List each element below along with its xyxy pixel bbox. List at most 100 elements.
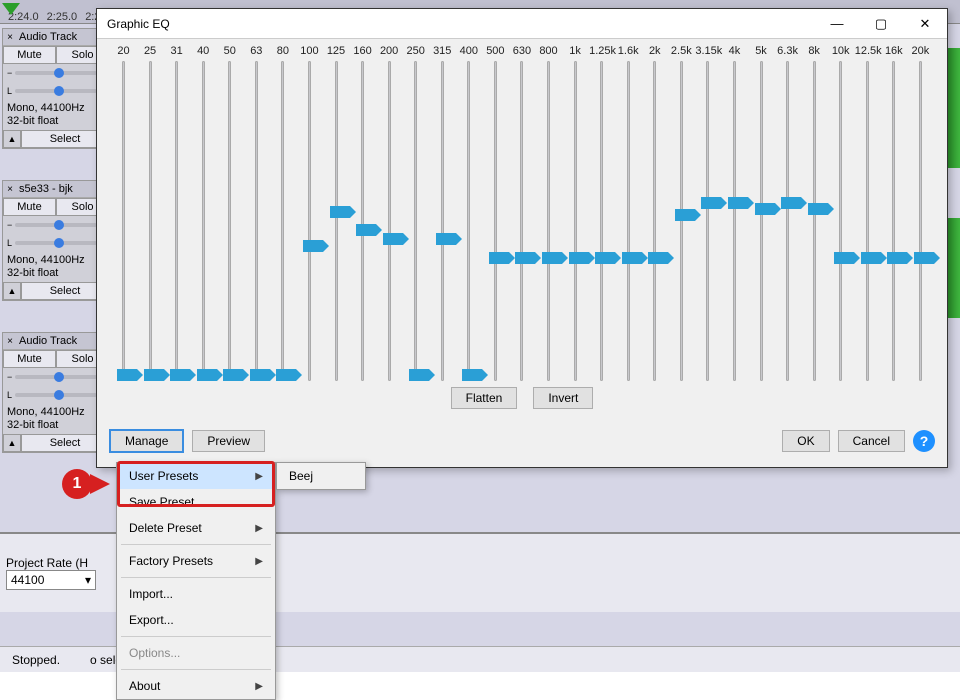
close-track-button[interactable]: ×	[3, 32, 17, 43]
gain-slider[interactable]	[15, 71, 97, 75]
slider-handle-icon[interactable]	[648, 252, 668, 264]
eq-band-slider[interactable]	[563, 61, 588, 381]
menu-delete-preset[interactable]: Delete Preset▶	[117, 515, 275, 541]
eq-band-slider[interactable]	[403, 61, 428, 381]
menu-about[interactable]: About▶	[117, 673, 275, 699]
eq-band-slider[interactable]	[297, 61, 322, 381]
track-collapse-arrow[interactable]: ▲	[3, 282, 21, 300]
eq-band-slider[interactable]	[350, 61, 375, 381]
slider-handle-icon[interactable]	[755, 203, 775, 215]
slider-handle-icon[interactable]	[861, 252, 881, 264]
slider-handle-icon[interactable]	[436, 233, 456, 245]
maximize-button[interactable]: ▢	[859, 9, 903, 39]
pan-slider[interactable]	[15, 393, 97, 397]
flatten-button[interactable]: Flatten	[451, 387, 518, 409]
menu-factory-presets[interactable]: Factory Presets▶	[117, 548, 275, 574]
annotation-pointer-icon	[90, 474, 110, 494]
eq-band-slider[interactable]	[191, 61, 216, 381]
eq-band-slider[interactable]	[217, 61, 242, 381]
close-button[interactable]: ✕	[903, 9, 947, 39]
slider-handle-icon[interactable]	[595, 252, 615, 264]
pan-slider[interactable]	[15, 241, 97, 245]
slider-handle-icon[interactable]	[542, 252, 562, 264]
slider-handle-icon[interactable]	[117, 369, 137, 381]
eq-band-slider[interactable]	[589, 61, 614, 381]
track-collapse-arrow[interactable]: ▲	[3, 130, 21, 148]
eq-band-slider[interactable]	[483, 61, 508, 381]
gain-slider[interactable]	[15, 375, 97, 379]
slider-handle-icon[interactable]	[728, 197, 748, 209]
mute-button[interactable]: Mute	[3, 198, 56, 216]
slider-handle-icon[interactable]	[569, 252, 589, 264]
dialog-titlebar[interactable]: Graphic EQ — ▢ ✕	[97, 9, 947, 39]
cancel-button[interactable]: Cancel	[838, 430, 905, 452]
eq-band-slider[interactable]	[828, 61, 853, 381]
eq-band-slider[interactable]	[881, 61, 906, 381]
eq-band-slider[interactable]	[164, 61, 189, 381]
slider-handle-icon[interactable]	[383, 233, 403, 245]
close-track-button[interactable]: ×	[3, 184, 17, 195]
slider-handle-icon[interactable]	[223, 369, 243, 381]
project-rate-select[interactable]: 44100▾	[6, 570, 96, 590]
slider-handle-icon[interactable]	[303, 240, 323, 252]
slider-handle-icon[interactable]	[170, 369, 190, 381]
slider-handle-icon[interactable]	[409, 369, 429, 381]
eq-band-slider[interactable]	[430, 61, 455, 381]
menu-user-presets[interactable]: User Presets▶	[117, 463, 275, 489]
playhead-marker-icon[interactable]	[2, 3, 20, 15]
track-collapse-arrow[interactable]: ▲	[3, 434, 21, 452]
menu-export[interactable]: Export...	[117, 607, 275, 633]
slider-handle-icon[interactable]	[834, 252, 854, 264]
slider-handle-icon[interactable]	[701, 197, 721, 209]
slider-handle-icon[interactable]	[914, 252, 934, 264]
gain-slider[interactable]	[15, 223, 97, 227]
eq-band-slider[interactable]	[855, 61, 880, 381]
slider-handle-icon[interactable]	[250, 369, 270, 381]
minimize-button[interactable]: —	[815, 9, 859, 39]
close-track-button[interactable]: ×	[3, 336, 17, 347]
eq-band-slider[interactable]	[749, 61, 774, 381]
eq-band-slider[interactable]	[642, 61, 667, 381]
slider-handle-icon[interactable]	[356, 224, 376, 236]
eq-band-slider[interactable]	[802, 61, 827, 381]
preset-beej[interactable]: Beej	[277, 463, 365, 489]
eq-band-slider[interactable]	[244, 61, 269, 381]
eq-band-slider[interactable]	[111, 61, 136, 381]
slider-handle-icon[interactable]	[675, 209, 695, 221]
eq-band-slider[interactable]	[722, 61, 747, 381]
slider-handle-icon[interactable]	[622, 252, 642, 264]
help-button[interactable]: ?	[913, 430, 935, 452]
slider-handle-icon[interactable]	[276, 369, 296, 381]
slider-handle-icon[interactable]	[887, 252, 907, 264]
eq-band-slider[interactable]	[138, 61, 163, 381]
eq-band-slider[interactable]	[775, 61, 800, 381]
ok-button[interactable]: OK	[782, 430, 829, 452]
eq-band-slider[interactable]	[509, 61, 534, 381]
eq-band-slider[interactable]	[536, 61, 561, 381]
eq-band-slider[interactable]	[616, 61, 641, 381]
invert-button[interactable]: Invert	[533, 387, 593, 409]
eq-band-slider[interactable]	[324, 61, 349, 381]
pan-slider[interactable]	[15, 89, 97, 93]
slider-handle-icon[interactable]	[489, 252, 509, 264]
slider-handle-icon[interactable]	[144, 369, 164, 381]
eq-band-slider[interactable]	[695, 61, 720, 381]
eq-band-slider[interactable]	[456, 61, 481, 381]
mute-button[interactable]: Mute	[3, 46, 56, 64]
slider-handle-icon[interactable]	[808, 203, 828, 215]
eq-band-slider[interactable]	[377, 61, 402, 381]
manage-button[interactable]: Manage	[109, 429, 184, 453]
slider-handle-icon[interactable]	[781, 197, 801, 209]
eq-band-slider[interactable]	[669, 61, 694, 381]
slider-handle-icon[interactable]	[462, 369, 482, 381]
mute-button[interactable]: Mute	[3, 350, 56, 368]
eq-band-slider[interactable]	[908, 61, 933, 381]
eq-band-slider[interactable]	[270, 61, 295, 381]
menu-save-preset[interactable]: Save Preset...	[117, 489, 275, 515]
slider-handle-icon[interactable]	[515, 252, 535, 264]
menu-import[interactable]: Import...	[117, 581, 275, 607]
slider-handle-icon[interactable]	[330, 206, 350, 218]
chevron-right-icon: ▶	[255, 556, 263, 567]
slider-handle-icon[interactable]	[197, 369, 217, 381]
preview-button[interactable]: Preview	[192, 430, 265, 452]
